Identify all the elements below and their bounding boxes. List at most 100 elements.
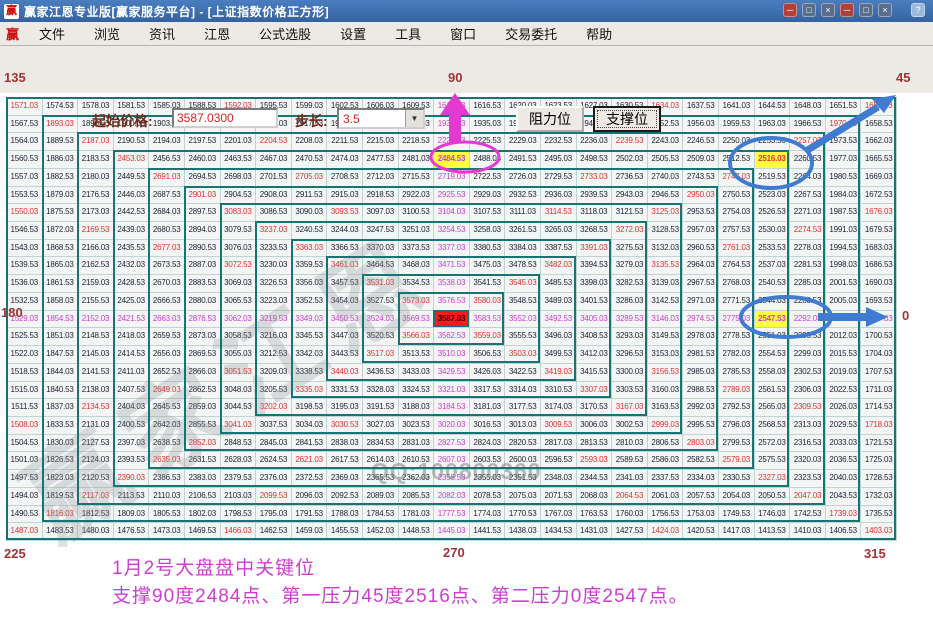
- price-cell: 2663.03: [149, 311, 185, 329]
- price-cell: 1445.03: [434, 523, 470, 541]
- price-cell: 3398.03: [577, 275, 613, 293]
- price-cell: 2432.03: [114, 257, 150, 275]
- price-cell: 3321.03: [434, 382, 470, 400]
- price-cell: 3538.03: [434, 275, 470, 293]
- price-cell: 3534.53: [399, 275, 435, 293]
- price-cell: 3401.53: [577, 293, 613, 311]
- price-cell: 3100.53: [399, 204, 435, 222]
- price-cell: 2939.53: [577, 187, 613, 205]
- price-cell: 1536.03: [7, 275, 43, 293]
- price-cell: 2785.53: [719, 364, 755, 382]
- price-cell: 2880.03: [185, 293, 221, 311]
- price-cell: 2271.03: [790, 204, 826, 222]
- price-cell: 1840.53: [43, 382, 79, 400]
- price-cell: 3097.03: [363, 204, 399, 222]
- price-cell: 3380.53: [470, 240, 506, 258]
- close-icon[interactable]: ×: [878, 3, 892, 17]
- menu-item-2[interactable]: 浏览: [84, 25, 130, 44]
- price-cell: 3387.53: [541, 240, 577, 258]
- price-cell: 3139.03: [648, 275, 684, 293]
- menu-item-1[interactable]: 文件: [29, 25, 75, 44]
- close-icon[interactable]: ×: [821, 3, 835, 17]
- price-cell: 1984.03: [826, 187, 862, 205]
- maximize-icon[interactable]: □: [859, 3, 873, 17]
- price-cell: 2845.03: [256, 435, 292, 453]
- price-cell: 3307.03: [577, 382, 613, 400]
- menu-item-3[interactable]: 资讯: [139, 25, 185, 44]
- price-cell: 2467.03: [256, 151, 292, 169]
- price-cell: 2190.53: [114, 133, 150, 151]
- price-cell: 2040.03: [826, 470, 862, 488]
- menu-item-8[interactable]: 窗口: [440, 25, 486, 44]
- menu-item-6[interactable]: 设置: [330, 25, 376, 44]
- price-cell: 2148.53: [78, 328, 114, 346]
- price-cell: 1476.53: [114, 523, 150, 541]
- gann-grid: 1571.031574.531578.031581.531585.031588.…: [6, 97, 897, 541]
- maximize-icon[interactable]: □: [802, 3, 816, 17]
- price-cell: 3317.53: [470, 382, 506, 400]
- price-cell: 2806.53: [648, 435, 684, 453]
- price-cell: 2264.03: [790, 169, 826, 187]
- price-cell: 1861.53: [43, 275, 79, 293]
- price-cell: 2141.53: [78, 364, 114, 382]
- price-cell: 3016.53: [470, 417, 506, 435]
- minimize-icon[interactable]: ─: [840, 3, 854, 17]
- price-cell: 2379.53: [221, 470, 257, 488]
- price-cell: 1760.03: [612, 506, 648, 524]
- price-cell: 3454.03: [327, 293, 363, 311]
- menu-item-5[interactable]: 公式选股: [249, 25, 321, 44]
- price-cell: 1613.03: [434, 98, 470, 116]
- price-cell: 1728.53: [861, 470, 897, 488]
- menu-item-4[interactable]: 江恩: [194, 25, 240, 44]
- price-cell: 1959.53: [719, 116, 755, 134]
- price-cell: 3461.03: [327, 257, 363, 275]
- menu-item-9[interactable]: 交易委托: [495, 25, 567, 44]
- help-icon[interactable]: ?: [911, 3, 925, 17]
- price-cell: 2008.53: [826, 311, 862, 329]
- price-cell: 1987.53: [826, 204, 862, 222]
- price-cell: 2082.03: [434, 488, 470, 506]
- price-cell: 1781.03: [399, 506, 435, 524]
- price-cell: 2152.03: [78, 311, 114, 329]
- price-cell: 3191.53: [363, 399, 399, 417]
- price-cell: 3356.03: [292, 275, 328, 293]
- price-cell: 3370.03: [363, 240, 399, 258]
- support-button[interactable]: 支撑位: [593, 106, 661, 132]
- price-cell: 1833.53: [43, 417, 79, 435]
- price-cell: 1420.53: [683, 523, 719, 541]
- price-cell: 2610.53: [399, 452, 435, 470]
- price-cell: 3055.03: [221, 346, 257, 364]
- angle-label-315: 315: [864, 546, 886, 561]
- step-combobox[interactable]: 3.5 ▼: [337, 108, 425, 129]
- price-cell: 2575.53: [755, 452, 791, 470]
- price-cell: 2799.53: [719, 435, 755, 453]
- minimize-icon[interactable]: ─: [783, 3, 797, 17]
- price-cell: 2698.03: [221, 169, 257, 187]
- menu-item-10[interactable]: 帮助: [576, 25, 622, 44]
- price-cell: 1560.53: [7, 151, 43, 169]
- price-cell: 2771.53: [719, 293, 755, 311]
- price-cell: 3023.53: [399, 417, 435, 435]
- price-cell: 1553.53: [7, 187, 43, 205]
- price-cell: 1777.53: [434, 506, 470, 524]
- price-cell: 2684.03: [149, 204, 185, 222]
- price-cell: 2687.53: [149, 187, 185, 205]
- price-cell: 2764.53: [719, 257, 755, 275]
- price-cell: 2971.03: [683, 293, 719, 311]
- price-cell: 2456.53: [149, 151, 185, 169]
- price-cell: 2068.03: [577, 488, 613, 506]
- price-cell: 2642.03: [149, 417, 185, 435]
- price-cell: 2645.53: [149, 399, 185, 417]
- menu-item-7[interactable]: 工具: [385, 25, 431, 44]
- price-cell: 2404.03: [114, 399, 150, 417]
- price-cell: 1686.53: [861, 257, 897, 275]
- chevron-down-icon[interactable]: ▼: [405, 110, 423, 127]
- price-cell: 2988.53: [683, 382, 719, 400]
- start-price-input[interactable]: [172, 108, 278, 128]
- price-cell: 2873.03: [185, 328, 221, 346]
- price-cell: 2194.03: [149, 133, 185, 151]
- price-cell: 1837.03: [43, 399, 79, 417]
- price-cell: 1564.03: [7, 133, 43, 151]
- price-cell: 2820.53: [505, 435, 541, 453]
- resistance-button[interactable]: 阻力位: [516, 106, 584, 132]
